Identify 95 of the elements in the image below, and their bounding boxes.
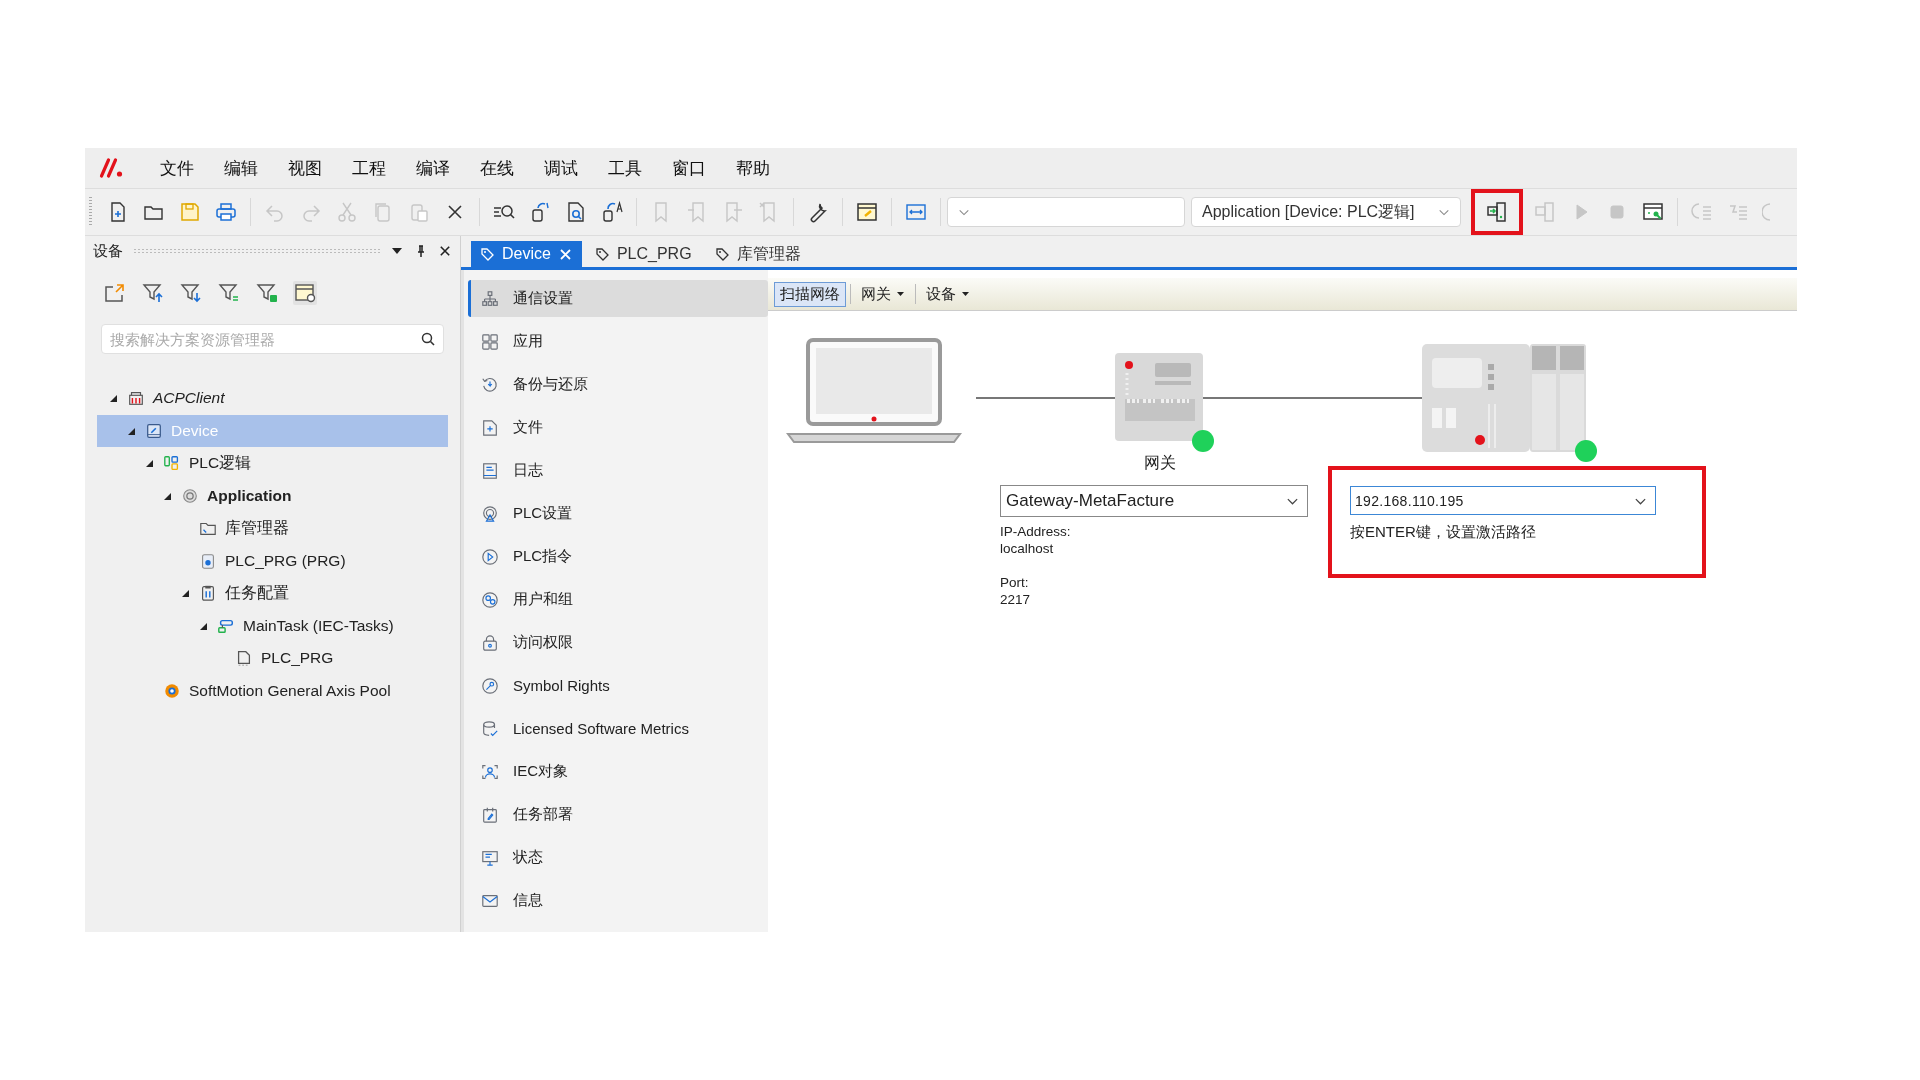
menu-item[interactable]: 工程 — [343, 154, 395, 182]
tree-item[interactable]: PLC_PRG (PRG) — [97, 544, 448, 577]
toolbar-grip — [89, 197, 92, 227]
address-combo[interactable]: 192.168.110.195 — [1350, 486, 1656, 515]
expanded-arrow-icon[interactable] — [180, 588, 190, 599]
search-field[interactable]: 搜索解决方案资源管理器 — [101, 324, 444, 354]
nav-item[interactable]: 应用 — [468, 323, 768, 360]
nav-item[interactable]: PLC设置 — [468, 495, 768, 532]
nav-item[interactable]: 状态 — [468, 839, 768, 876]
nav-icon — [481, 762, 499, 781]
tree-node-icon — [235, 649, 253, 668]
tree-item[interactable]: MainTask (IEC-Tasks) — [97, 609, 448, 642]
tree-node-icon — [199, 551, 217, 570]
nav-item[interactable]: 用户和组 — [468, 581, 768, 618]
filter-up-icon[interactable] — [141, 281, 165, 305]
menu-item[interactable]: 编译 — [407, 154, 459, 182]
nav-item[interactable]: IEC对象 — [468, 753, 768, 790]
nav-icon — [481, 418, 499, 437]
tree-item[interactable]: PLC_PRG — [97, 642, 448, 675]
editor-tab[interactable]: PLC_PRG — [585, 241, 702, 267]
window-icon[interactable] — [855, 200, 879, 224]
editor-tab[interactable]: 库管理器 — [705, 241, 811, 267]
nav-item[interactable]: 文件 — [468, 409, 768, 446]
nav-icon — [481, 848, 499, 867]
toolbar-button[interactable]: 网关 — [855, 281, 911, 307]
nav-icon — [481, 375, 499, 394]
filter-box-icon[interactable] — [255, 281, 279, 305]
print-icon[interactable] — [214, 200, 238, 224]
menu-item[interactable]: 在线 — [471, 154, 523, 182]
panel-title: 设备 — [93, 241, 123, 261]
combo-value: Application [Device: PLC逻辑] — [1202, 201, 1415, 222]
tree-node-icon — [145, 421, 163, 440]
menu-item[interactable]: 帮助 — [727, 154, 779, 182]
editor-tab[interactable]: Device — [471, 241, 582, 267]
tree-item[interactable]: 库管理器 — [97, 512, 448, 545]
tree-node-icon — [127, 389, 145, 408]
nav-icon — [481, 805, 499, 824]
export-icon[interactable] — [103, 281, 127, 305]
close-icon[interactable] — [438, 244, 452, 258]
menu-item[interactable]: 工具 — [599, 154, 651, 182]
nav-item[interactable]: 任务部署 — [468, 796, 768, 833]
logo-icon — [97, 156, 125, 180]
nav-item[interactable]: Licensed Software Metrics — [468, 710, 768, 747]
info-text: 2217 — [1000, 591, 1032, 608]
gateway-label: 网关 — [1144, 453, 1176, 473]
nav-icon — [481, 590, 499, 609]
menu-item[interactable]: 窗口 — [663, 154, 715, 182]
nav-item[interactable]: 信息 — [468, 882, 768, 919]
nav-item[interactable]: Symbol Rights — [468, 667, 768, 704]
info-text: localhost — [1000, 540, 1055, 557]
expanded-arrow-icon[interactable] — [108, 393, 118, 404]
menu-item[interactable]: 调试 — [535, 154, 587, 182]
tag-icon — [481, 247, 494, 261]
tree-node-icon — [163, 681, 181, 700]
tree-item[interactable]: PLC逻辑 — [97, 447, 448, 480]
tree-node-icon — [199, 584, 217, 603]
nav-icon — [481, 289, 499, 308]
nav-item[interactable]: 日志 — [468, 452, 768, 489]
tag-icon — [715, 247, 729, 261]
gateway-combo[interactable]: Gateway-MetaFacture — [1000, 485, 1308, 517]
tree-item[interactable]: SoftMotion General Axis Pool — [97, 674, 448, 707]
nav-item[interactable]: 备份与还原 — [468, 366, 768, 403]
tag-icon — [595, 247, 609, 261]
filter-down-icon[interactable] — [179, 281, 203, 305]
caret-down-icon — [896, 290, 905, 298]
tree-node-icon — [181, 486, 199, 505]
info-text: IP-Address: — [1000, 523, 1071, 540]
tree-item[interactable]: ACPClient — [97, 382, 448, 415]
nav-icon — [481, 504, 499, 523]
nav-icon — [481, 547, 499, 566]
nav-icon — [481, 676, 499, 695]
nav-item[interactable]: 访问权限 — [468, 624, 768, 661]
menu-item[interactable]: 文件 — [151, 154, 203, 182]
nav-icon — [481, 461, 499, 480]
info-text: Port: — [1000, 574, 1030, 591]
nav-icon — [481, 332, 499, 351]
menu-item[interactable]: 编辑 — [215, 154, 267, 182]
login-icon[interactable] — [1485, 200, 1509, 224]
target-combo[interactable]: Application [Device: PLC逻辑] — [1191, 197, 1461, 227]
nav-item[interactable]: 通信设置 — [468, 280, 768, 317]
hint-text: 按ENTER键，设置激活路径 — [1350, 523, 1537, 542]
nav-icon — [481, 719, 499, 738]
caret-down-icon — [961, 290, 970, 298]
nav-item[interactable]: PLC指令 — [468, 538, 768, 575]
replace-all-icon[interactable] — [600, 200, 624, 224]
search-icon[interactable] — [421, 332, 435, 346]
window-settings-icon[interactable] — [293, 281, 317, 305]
tree-node-icon — [163, 454, 181, 473]
nav-icon — [481, 633, 499, 652]
tree-item[interactable]: Application — [97, 479, 448, 512]
expanded-arrow-icon[interactable] — [144, 458, 154, 469]
toolbar-button[interactable]: 设备 — [920, 281, 976, 307]
menu-item[interactable]: 视图 — [279, 154, 331, 182]
toolbar-button[interactable]: 扫描网络 — [774, 281, 846, 307]
tree-item[interactable]: 任务配置 — [97, 577, 448, 610]
